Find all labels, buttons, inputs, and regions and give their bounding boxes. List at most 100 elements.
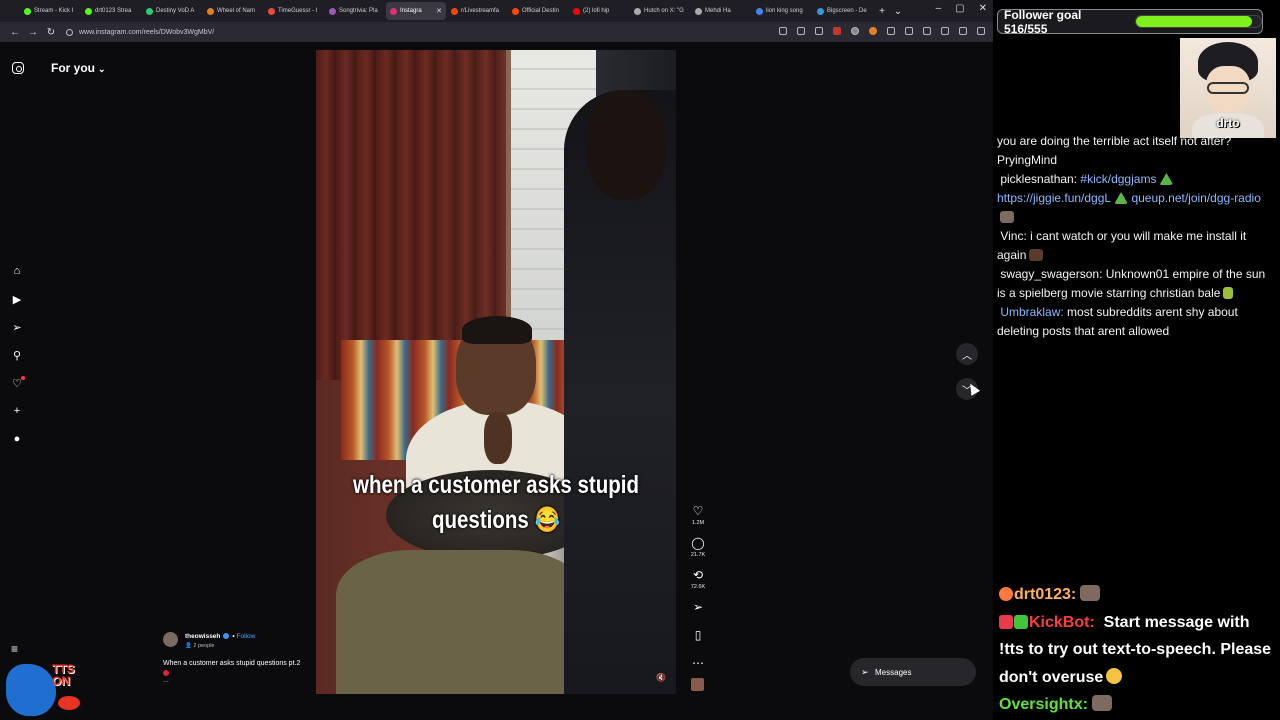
menu-icon[interactable] — [977, 27, 985, 35]
chat-username: picklesnathan: — [1000, 172, 1078, 186]
reload-button[interactable]: ↻ — [42, 27, 60, 38]
chat-message: Umbraklaw: most subreddits arent shy abo… — [997, 305, 1238, 338]
audience-count: 2 people — [193, 643, 215, 649]
goal-label: Follower goal 516/555 — [1004, 7, 1082, 36]
chat-message: KickBot: Start message with !tts to try … — [999, 613, 1272, 686]
more-options-button[interactable]: ⋯ — [688, 656, 708, 670]
account-icon[interactable] — [923, 27, 931, 35]
hamburger-menu-icon[interactable]: ≡ — [11, 642, 18, 656]
previous-reel-button[interactable]: ︿ — [956, 343, 978, 365]
favicon-icon — [268, 7, 275, 15]
more-description[interactable]: ... — [163, 677, 169, 684]
favicon-icon — [207, 7, 214, 15]
chat-username: drt0123: — [1014, 586, 1077, 603]
reel-actions: ♡ 1.2M ◯ 21.7K ⟲ 72.6K ➢ ▯ ⋯ — [688, 504, 708, 684]
like-button[interactable]: ♡ 1.2M — [688, 504, 708, 526]
tab-label: (2) lofi hip — [583, 8, 610, 14]
browser-tab[interactable]: Instagra ✕ — [386, 2, 446, 20]
share-button[interactable]: ➢ — [688, 600, 708, 614]
chevron-down-icon: ⌄ — [98, 64, 106, 74]
goal-progress-fill — [1135, 16, 1253, 27]
reels-icon[interactable]: ▶ — [10, 292, 24, 306]
instagram-logo-icon[interactable] — [12, 62, 24, 74]
site-info-icon[interactable] — [66, 28, 73, 36]
sidebar-icon[interactable] — [941, 27, 949, 35]
tab-list-button[interactable]: ⌄ — [890, 6, 906, 17]
tab-label: Official Destin — [522, 8, 559, 14]
create-plus-icon[interactable]: + — [10, 404, 24, 418]
close-tab-icon[interactable]: ✕ — [436, 7, 442, 15]
messages-icon[interactable]: ➢ — [10, 320, 24, 334]
glasses-icon — [1207, 82, 1249, 94]
browser-tab[interactable]: Stream - Kick I — [20, 2, 80, 20]
minimize-button[interactable]: – — [936, 3, 942, 14]
browser-tab[interactable]: TimeGuessr - I — [264, 2, 324, 20]
emote-icon — [1159, 173, 1174, 185]
favicon-icon — [512, 7, 519, 15]
audio-thumbnail[interactable] — [691, 678, 704, 691]
webcam-avatar: drto — [1180, 38, 1276, 138]
messages-button[interactable]: ➢ Messages — [850, 658, 976, 686]
repost-count: 72.6K — [690, 584, 706, 590]
author-username[interactable]: theowisseh — [185, 633, 220, 640]
extensions-puzzle-icon[interactable] — [887, 27, 895, 35]
tab-label: Wheel of Nam — [217, 8, 256, 14]
new-tab-button[interactable]: + — [874, 6, 890, 17]
browser-tab[interactable]: (2) lofi hip — [569, 2, 629, 20]
emote-icon — [1029, 249, 1044, 261]
featured-chat: drt0123: KickBot: Start message with !tt… — [999, 581, 1277, 719]
browser-tab[interactable]: Wheel of Nam — [203, 2, 263, 20]
home-icon[interactable]: ⌂ — [10, 264, 24, 278]
favicon-icon — [146, 7, 153, 15]
goal-progress-bar — [1134, 15, 1262, 28]
extension-icon[interactable] — [869, 27, 877, 35]
maximize-button[interactable]: ▢ — [955, 3, 964, 14]
bookmark-star-icon[interactable] — [815, 27, 823, 35]
browser-tab[interactable]: Bigscreen - De — [813, 2, 873, 20]
chat-username: Umbraklaw: — [1000, 305, 1064, 319]
download-icon[interactable] — [905, 27, 913, 35]
tts-on-logo: TTS ON — [4, 660, 84, 720]
tab-label: Instagra — [400, 8, 422, 14]
chevron-up-icon: ︿ — [962, 350, 972, 362]
forward-button[interactable]: → — [24, 27, 42, 38]
browser-tab[interactable]: Official Destin — [508, 2, 568, 20]
notifications-heart-icon[interactable]: ♡ — [10, 376, 25, 390]
emote-icon — [1091, 695, 1112, 711]
overflow-icon[interactable] — [959, 27, 967, 35]
tab-label: lion king song — [766, 8, 803, 14]
browser-tab[interactable]: Songtrivia: Pla — [325, 2, 385, 20]
comment-button[interactable]: ◯ 21.7K — [688, 536, 708, 558]
emote-icon — [1223, 287, 1234, 299]
pip-icon[interactable] — [797, 27, 805, 35]
extension-icon[interactable] — [851, 27, 859, 35]
repost-button[interactable]: ⟲ 72.6K — [688, 568, 708, 590]
feed-selector[interactable]: For you ⌄ — [51, 61, 106, 75]
author-avatar[interactable] — [163, 632, 178, 647]
browser-tab[interactable]: r/Livestreamfa — [447, 2, 507, 20]
share-icon: ➢ — [692, 600, 704, 614]
favicon-icon — [24, 7, 31, 15]
chat-log: you are doing the terrible act itself no… — [997, 132, 1275, 341]
cam-label: drto — [1216, 116, 1240, 130]
browser-tab[interactable]: Mehdi Ha — [691, 2, 751, 20]
extension-icon[interactable] — [833, 27, 841, 35]
follow-button[interactable]: Follow — [237, 633, 256, 640]
browser-tab[interactable]: drt0123 Strea — [81, 2, 141, 20]
tab-bar: Stream - Kick I drt0123 Strea Destiny VoD … — [0, 0, 993, 22]
browser-tab[interactable]: Destiny VoD A — [142, 2, 202, 20]
browser-tab[interactable]: Hutch on X: "G — [630, 2, 690, 20]
address-bar[interactable]: www.instagram.com/reels/DWobv3WgMbV/ — [66, 28, 214, 36]
favicon-icon — [817, 7, 824, 15]
reel-video[interactable]: when a customer asks stupid questions 😂 … — [316, 50, 676, 694]
browser-window: Stream - Kick I drt0123 Strea Destiny VoD … — [0, 0, 993, 720]
search-icon[interactable]: ⚲ — [10, 348, 24, 362]
chat-username: swagy_swagerson: — [1000, 267, 1103, 281]
browser-tab[interactable]: lion king song — [752, 2, 812, 20]
reader-view-icon[interactable] — [779, 27, 787, 35]
mute-icon[interactable]: 🔇 — [656, 673, 666, 682]
save-button[interactable]: ▯ — [688, 628, 708, 642]
back-button[interactable]: ← — [6, 27, 24, 38]
close-window-button[interactable]: ✕ — [979, 3, 987, 14]
profile-avatar[interactable]: ● — [10, 432, 24, 446]
